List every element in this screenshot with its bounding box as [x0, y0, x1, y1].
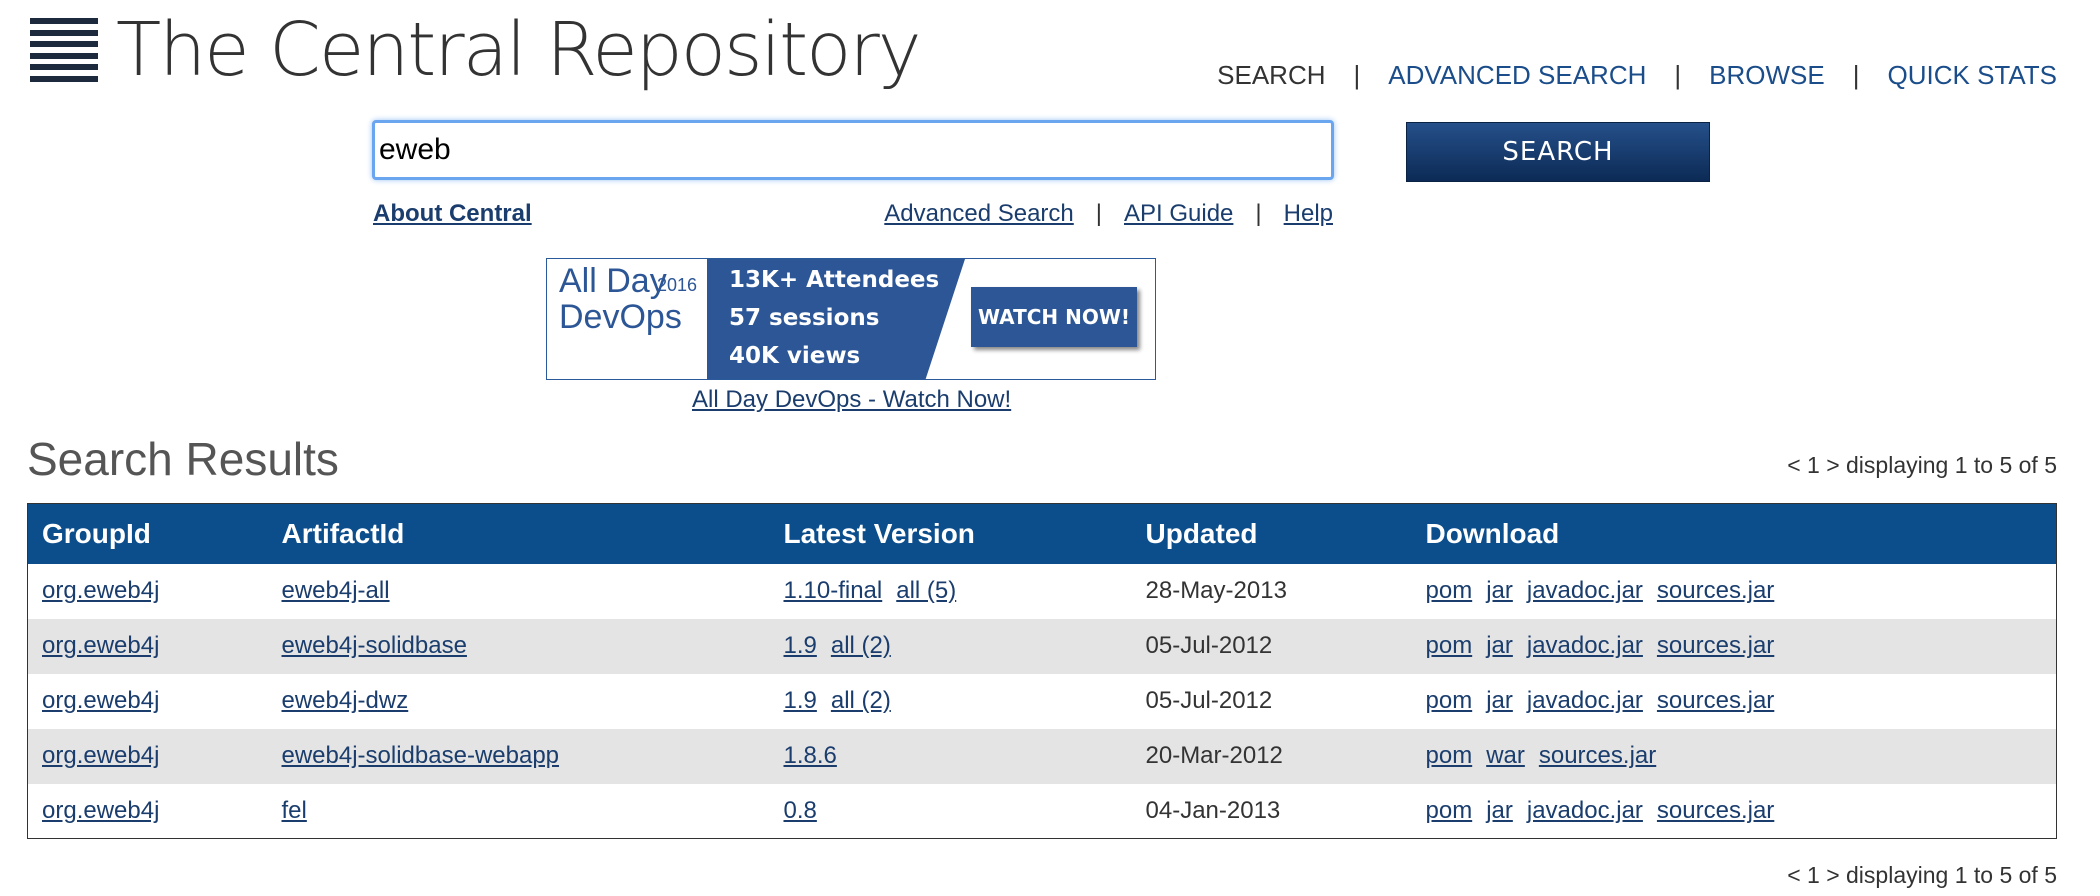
all-versions-link[interactable]: all (2)	[831, 687, 891, 714]
download-link[interactable]: sources.jar	[1657, 577, 1774, 604]
column-header-groupid[interactable]: GroupId	[27, 503, 268, 564]
download-link[interactable]: sources.jar	[1657, 632, 1774, 659]
nav-browse[interactable]: BROWSE	[1709, 60, 1825, 91]
results-table: GroupId ArtifactId Latest Version Update…	[27, 503, 2057, 839]
table-row: org.eweb4j eweb4j-dwz 1.9 all (2) 05-Jul-201…	[28, 674, 2057, 729]
download-link[interactable]: war	[1486, 742, 1525, 769]
download-link[interactable]: javadoc.jar	[1527, 687, 1643, 714]
advanced-search-link[interactable]: Advanced Search	[884, 200, 1073, 228]
download-link[interactable]: javadoc.jar	[1527, 797, 1643, 824]
search-button[interactable]: SEARCH	[1406, 122, 1710, 182]
updated-date: 05-Jul-2012	[1145, 687, 1273, 714]
about-central-link[interactable]: About Central	[373, 200, 532, 228]
pager-top: < 1 > displaying 1 to 5 of 5	[1787, 452, 2057, 478]
banner-year: 2016	[657, 275, 698, 295]
banner-logo: All Day DevOps 2016	[547, 259, 707, 379]
help-link[interactable]: Help	[1284, 200, 1333, 228]
artifactid-link[interactable]: eweb4j-dwz	[282, 687, 409, 714]
download-link[interactable]: sources.jar	[1657, 687, 1774, 714]
pager-bottom: < 1 > displaying 1 to 5 of 5	[1787, 862, 2057, 888]
version-link[interactable]: 0.8	[784, 797, 817, 824]
download-link[interactable]: pom	[1426, 577, 1473, 604]
updated-date: 20-Mar-2012	[1131, 728, 1412, 784]
download-link[interactable]: pom	[1426, 742, 1473, 769]
groupid-link[interactable]: org.eweb4j	[42, 797, 159, 824]
table-row: org.eweb4j eweb4j-solidbase 1.9 all (2) 05-J…	[27, 618, 2057, 674]
search-sublinks: Advanced Search | API Guide | Help	[884, 200, 1333, 228]
table-row: org.eweb4j eweb4j-solidbase-webapp 1.8.6 20…	[27, 728, 2057, 784]
download-link[interactable]: sources.jar	[1657, 797, 1774, 824]
version-link[interactable]: 1.9	[784, 687, 817, 714]
groupid-link[interactable]: org.eweb4j	[42, 632, 159, 659]
all-versions-link[interactable]: all (2)	[831, 632, 891, 659]
download-link[interactable]: jar	[1486, 687, 1513, 714]
banner-stats: 13K+ Attendees 57 sessions 40K views	[707, 259, 965, 379]
results-title: Search Results	[27, 433, 339, 485]
top-navigation: SEARCH | ADVANCED SEARCH | BROWSE | QUIC…	[1217, 60, 2058, 91]
artifactid-link[interactable]: eweb4j-all	[282, 577, 390, 604]
table-row: org.eweb4j eweb4j-all 1.10-final all (5) 28-…	[28, 564, 2057, 619]
artifactid-link[interactable]: eweb4j-solidbase	[282, 632, 467, 659]
search-input[interactable]	[372, 120, 1334, 180]
stack-icon	[30, 18, 98, 82]
watch-now-button[interactable]: WATCH NOW!	[971, 287, 1137, 347]
download-link[interactable]: pom	[1426, 632, 1473, 659]
groupid-link[interactable]: org.eweb4j	[42, 577, 159, 604]
updated-date: 28-May-2013	[1145, 577, 1287, 604]
site-logo[interactable]: The Central Repository	[30, 7, 922, 93]
banner-stat-attendees: 13K+ Attendees	[729, 267, 940, 293]
download-link[interactable]: sources.jar	[1539, 742, 1656, 769]
download-link[interactable]: javadoc.jar	[1527, 632, 1643, 659]
nav-search[interactable]: SEARCH	[1217, 60, 1325, 91]
table-row: org.eweb4j fel 0.8 04-Jan-2013 pom jar javadoc…	[28, 784, 2057, 839]
download-link[interactable]: pom	[1426, 797, 1473, 824]
all-versions-link[interactable]: all (5)	[896, 577, 956, 604]
updated-date: 04-Jan-2013	[1145, 796, 1281, 824]
all-day-devops-banner[interactable]: All Day DevOps 2016 13K+ Attendees 57 se…	[546, 258, 1156, 380]
artifactid-link[interactable]: fel	[282, 797, 307, 824]
column-header-latest-version[interactable]: Latest Version	[769, 503, 1132, 564]
version-link[interactable]: 1.9	[784, 632, 817, 659]
download-link[interactable]: pom	[1426, 687, 1473, 714]
updated-date: 05-Jul-2012	[1131, 618, 1412, 674]
banner-caption-link[interactable]: All Day DevOps - Watch Now!	[692, 386, 1011, 414]
download-link[interactable]: jar	[1486, 797, 1513, 824]
artifactid-link[interactable]: eweb4j-solidbase-webapp	[282, 742, 560, 769]
version-link[interactable]: 1.8.6	[784, 742, 837, 769]
groupid-link[interactable]: org.eweb4j	[42, 742, 159, 769]
site-title: The Central Repository	[116, 7, 922, 93]
column-header-download: Download	[1411, 503, 2057, 564]
table-header-row: GroupId ArtifactId Latest Version Update…	[27, 503, 2057, 564]
column-header-updated[interactable]: Updated	[1131, 503, 1412, 564]
nav-quick-stats[interactable]: QUICK STATS	[1888, 60, 2058, 91]
download-link[interactable]: jar	[1486, 577, 1513, 604]
banner-logo-text: All Day DevOps	[559, 262, 682, 336]
download-link[interactable]: jar	[1486, 632, 1513, 659]
api-guide-link[interactable]: API Guide	[1124, 200, 1233, 228]
nav-advanced-search[interactable]: ADVANCED SEARCH	[1388, 60, 1646, 91]
version-link[interactable]: 1.10-final	[784, 577, 883, 604]
banner-stat-sessions: 57 sessions	[729, 305, 880, 331]
banner-stat-views: 40K views	[729, 343, 861, 369]
column-header-artifactid[interactable]: ArtifactId	[267, 503, 770, 564]
groupid-link[interactable]: org.eweb4j	[42, 687, 159, 714]
download-link[interactable]: javadoc.jar	[1527, 577, 1643, 604]
